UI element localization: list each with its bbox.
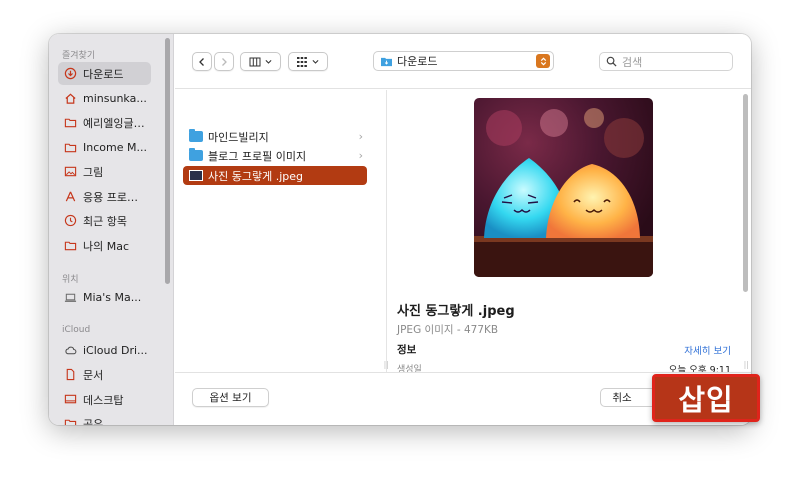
- sidebar-item-label: 다운로드: [83, 67, 124, 81]
- list-item-folder[interactable]: 마인드빌리지 ›: [183, 127, 367, 146]
- sidebar-item-label: Mia's Ma...: [83, 291, 142, 304]
- preview-file-kind: JPEG 이미지 - 477KB: [397, 324, 499, 336]
- item-label: 마인드빌리지: [208, 130, 269, 144]
- preview-scrollbar[interactable]: [743, 94, 748, 292]
- sidebar-item-folder-1[interactable]: 예리엘잉글…: [58, 111, 151, 134]
- sidebar-item-shared[interactable]: 공유: [58, 412, 151, 425]
- sidebar-item-label: 그림: [83, 165, 104, 179]
- list-item-folder[interactable]: 블로그 프로필 이미지 ›: [183, 146, 367, 165]
- sidebar-item-icloud-drive[interactable]: iCloud Dri...: [58, 339, 151, 362]
- sidebar-item-downloads[interactable]: 다운로드: [58, 62, 151, 85]
- sidebar: 즐겨찾기 다운로드 minsunka... 예리엘잉글… Income M...: [49, 34, 174, 425]
- sidebar-item-label: 문서: [83, 368, 104, 382]
- file-column: 마인드빌리지 › 블로그 프로필 이미지 › 사진 동그랗게 .jpeg ||: [175, 90, 389, 372]
- home-icon: [64, 92, 77, 105]
- sidebar-item-label: iCloud Dri...: [83, 344, 148, 357]
- sidebar-item-label: 응용 프로…: [83, 190, 138, 204]
- search-field[interactable]: 검색: [599, 52, 733, 71]
- image-thumbnail: [474, 98, 653, 277]
- columns-view-icon: [249, 57, 260, 66]
- chevron-down-icon: [265, 60, 271, 64]
- grid-icon: [297, 56, 307, 67]
- sidebar-item-label: 나의 Mac: [83, 239, 130, 253]
- back-button[interactable]: [192, 52, 212, 71]
- location-stepper-icon: [536, 54, 550, 68]
- show-options-button[interactable]: 옵션 보기: [192, 388, 269, 407]
- folder-icon: [189, 129, 203, 142]
- folder-icon: [64, 239, 77, 252]
- clock-icon: [64, 214, 77, 227]
- sidebar-section-icloud: iCloud: [62, 325, 91, 335]
- sidebar-item-documents[interactable]: 문서: [58, 363, 151, 386]
- preview-info-heading: 정보: [397, 344, 417, 356]
- chevron-right-icon: ›: [358, 149, 363, 162]
- search-icon: [606, 56, 617, 67]
- sidebar-item-folder-2[interactable]: Income M...: [58, 136, 151, 159]
- image-file-icon: [189, 170, 203, 181]
- insert-button[interactable]: 삽입: [652, 374, 760, 422]
- shared-folder-icon: [64, 417, 77, 425]
- forward-button[interactable]: [214, 52, 234, 71]
- folder-icon: [189, 148, 203, 161]
- laptop-icon: [64, 291, 77, 304]
- chevron-down-icon: [312, 60, 319, 64]
- file-open-dialog: 즐겨찾기 다운로드 minsunka... 예리엘잉글… Income M...: [49, 34, 751, 425]
- sidebar-item-mac[interactable]: Mia's Ma...: [58, 286, 151, 309]
- item-label: 블로그 프로필 이미지: [208, 149, 307, 163]
- sidebar-item-applications[interactable]: 응용 프로…: [58, 185, 151, 208]
- preview-pane: 사진 동그랗게 .jpeg JPEG 이미지 - 477KB 정보 자세히 보기…: [388, 90, 751, 376]
- sidebar-item-desktop[interactable]: 데스크탑: [58, 388, 151, 411]
- toolbar: 다운로드 검색: [175, 34, 751, 89]
- view-mode-button[interactable]: [240, 52, 281, 71]
- sidebar-section-locations: 위치: [62, 275, 79, 285]
- sidebar-item-label: minsunka...: [83, 92, 147, 105]
- sidebar-item-pictures[interactable]: 그림: [58, 160, 151, 183]
- sidebar-item-label: Income M...: [83, 141, 147, 154]
- sidebar-item-label: 예리엘잉글…: [83, 116, 145, 130]
- list-item-selected-file[interactable]: 사진 동그랗게 .jpeg: [183, 166, 367, 185]
- download-circle-icon: [64, 67, 77, 80]
- chevron-right-icon: ›: [358, 130, 363, 143]
- sidebar-item-label: 공유: [83, 417, 104, 426]
- item-label: 사진 동그랗게 .jpeg: [208, 169, 303, 183]
- sidebar-section-favorites: 즐겨찾기: [62, 51, 96, 61]
- sidebar-item-label: 최근 항목: [83, 214, 127, 228]
- preview-file-name: 사진 동그랗게 .jpeg: [397, 304, 515, 319]
- downloads-folder-icon: [380, 56, 393, 67]
- chevron-right-icon: [222, 57, 227, 66]
- location-label: 다운로드: [397, 55, 438, 68]
- desktop-icon: [64, 393, 77, 406]
- show-more-link[interactable]: 자세히 보기: [684, 343, 731, 357]
- group-button[interactable]: [288, 52, 328, 71]
- sidebar-item-home[interactable]: minsunka...: [58, 87, 151, 110]
- location-popup[interactable]: 다운로드: [373, 51, 554, 71]
- sidebar-item-my-mac[interactable]: 나의 Mac: [58, 234, 151, 257]
- search-placeholder: 검색: [622, 55, 643, 69]
- document-icon: [64, 368, 77, 381]
- sidebar-item-label: 데스크탑: [83, 393, 124, 407]
- chevron-left-icon: [199, 57, 204, 66]
- folder-icon: [64, 116, 77, 129]
- sidebar-item-recents[interactable]: 최근 항목: [58, 209, 151, 232]
- column-resize-handle[interactable]: ||: [744, 360, 749, 369]
- sidebar-scrollbar[interactable]: [165, 38, 170, 284]
- cloud-icon: [64, 344, 77, 357]
- pictures-icon: [64, 165, 77, 178]
- cancel-button[interactable]: 취소: [600, 388, 660, 407]
- folder-icon: [64, 141, 77, 154]
- applications-icon: [64, 190, 77, 203]
